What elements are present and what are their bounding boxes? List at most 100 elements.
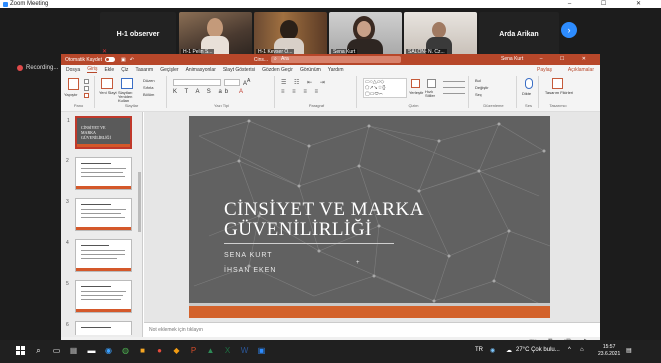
group-label: Ses [525,103,532,108]
powerpoint-window: Otomatik Kaydet ▣ ↶ Cins... ⌕ Ara Sena K… [61,54,600,346]
autosave-toggle[interactable] [104,57,115,62]
new-slide-icon[interactable] [101,78,113,89]
user-name[interactable]: Sena Kurt [501,56,523,62]
microphone-icon[interactable] [525,78,533,89]
tab-dosya[interactable]: Dosya [66,67,80,73]
save-icon[interactable]: ▣ [121,57,126,63]
layout-button[interactable]: Düzen [143,78,155,83]
quick-styles-icon[interactable] [427,79,436,88]
participant-video-pelin[interactable]: H-1 Pelin S... [179,12,252,56]
ppt-window-controls[interactable]: – ☐ ✕ [540,56,594,62]
participant-video-sena[interactable]: Sena Kurt [329,12,402,56]
font-grow-icon[interactable]: AA [243,78,250,87]
align-buttons[interactable]: ≡ ≡ ≡ ≡ [281,89,321,95]
widgets-icon[interactable]: ▦ [69,346,78,355]
participant-tile-arda[interactable]: Arda Arikan [479,12,559,56]
select-button[interactable]: Seç [475,92,482,97]
tab-gozden-gecir[interactable]: Gözden Geçir [262,67,293,73]
vpn-icon[interactable]: ◉ [490,347,495,354]
file-explorer-icon[interactable]: ▬ [87,346,96,355]
tab-animasyonlar[interactable]: Animasyonlar [186,67,216,73]
edge-icon[interactable]: ◉ [104,346,113,355]
person-face [357,21,371,37]
clock[interactable]: 15:57 23.6.2021 [598,344,620,358]
reuse-slides-icon[interactable] [121,78,133,89]
find-button[interactable]: Bul [475,78,481,83]
next-participants-button[interactable]: › [561,22,577,38]
share-button[interactable]: Paylaş [537,67,552,73]
app-icon-orange[interactable]: ◆ [172,346,181,355]
shapes-gallery[interactable]: ▭○△▱◇ ⬠↗↘☆{} ▢▭⬭⌒ [363,78,407,98]
window-controls[interactable]: – ☐ ✕ [568,0,655,7]
ribbon-group-ses: Dikte Ses [519,76,539,108]
tab-gecisler[interactable]: Geçişler [160,67,178,73]
font-name-select[interactable] [173,79,221,86]
tab-yardim[interactable]: Yardım [328,67,344,73]
shape-fill-option[interactable] [443,81,465,82]
tab-gorunum[interactable]: Görünüm [300,67,321,73]
slide-title[interactable]: CİNSİYET VE MARKA GÜVENİLİRLİĞİ [224,200,424,240]
notes-pane[interactable]: Not eklemek için tıklayın [144,322,600,336]
tab-tasarim[interactable]: Tasarım [135,67,153,73]
windows-start-icon[interactable] [16,346,25,355]
comments-button[interactable]: Açıklamalar [568,67,594,73]
paste-icon[interactable] [68,78,79,90]
participant-video-salon[interactable]: SALON- N. Cz... [404,12,477,56]
participant-video-kevser[interactable]: H-1 Kevser Ö... [254,12,327,56]
search-input[interactable]: ⌕ Ara [271,56,401,63]
current-slide[interactable]: CİNSİYET VE MARKA GÜVENİLİRLİĞİ SENA KUR… [189,116,550,318]
folder-icon[interactable]: ■ [138,346,147,355]
participant-tile-h1-observer[interactable]: H-1 observer ✕ [100,12,176,56]
tab-giris[interactable]: Giriş [87,66,98,73]
chrome-icon[interactable]: ◍ [121,346,130,355]
tray-extra[interactable]: TR [475,347,483,353]
ribbon-group-tasarimci: Tasarım Fikirleri Tasarımcı [541,76,575,108]
format-painter-icon[interactable] [84,93,89,98]
shape-effects-option[interactable] [443,93,465,94]
undo-icon[interactable]: ↶ [130,57,134,63]
slide-thumbnail-2[interactable]: 2 [66,157,132,190]
design-ideas-icon[interactable] [552,78,563,89]
font-color-icon[interactable]: A [239,89,243,95]
app-icon-red[interactable]: ● [155,346,164,355]
recording-indicator[interactable]: Recording... [17,65,58,71]
author-2[interactable]: İHSAN EKEN [224,267,276,274]
tab-slayt-gosterisi[interactable]: Slayt Gösterisi [223,67,255,73]
powerpoint-icon[interactable]: P [189,346,198,355]
tab-ciz[interactable]: Çiz [121,67,128,73]
copy-icon[interactable] [84,86,89,91]
shape-outline-option[interactable] [443,87,465,88]
word-icon[interactable]: W [240,346,249,355]
slide-thumbnails-pane: 1 CİNSİYET VE MARKA GÜVENİLİRLİĞİ 2 3 4 [61,112,143,337]
zoom-icon[interactable]: ▣ [257,346,266,355]
app-icon-green[interactable]: ▲ [206,346,215,355]
excel-icon[interactable]: X [223,346,232,355]
list-buttons[interactable]: ☰ ☷ ⇤ ⇥ [281,79,328,86]
replace-button[interactable]: Değiştir [475,85,489,90]
slide-thumbnail-1[interactable]: 1 CİNSİYET VE MARKA GÜVENİLİRLİĞİ [67,116,132,149]
group-label: Pano [73,103,84,108]
search-icon[interactable]: ⌕ [34,346,43,355]
font-style-buttons[interactable]: K T A S ab [173,89,231,95]
section-button[interactable]: Bölüm [143,92,154,97]
slide-thumbnail-4[interactable]: 4 [66,239,132,272]
title-underline [224,243,394,244]
tab-ekle[interactable]: Ekle [104,67,114,73]
slide-thumbnail-6[interactable]: 6 [66,321,132,335]
reset-button[interactable]: Sıfırla [143,85,153,90]
font-size-select[interactable] [224,79,240,86]
thumbnails-scrollbar[interactable] [138,172,141,232]
cut-icon[interactable] [84,79,89,84]
arrange-icon[interactable] [411,79,420,88]
network-icon[interactable]: ⌂ [580,347,584,353]
new-slide-label: Yeni Slayt [99,90,117,95]
file-name: Cins... [253,56,269,63]
arrange-label: Yerleştir [409,90,424,95]
tray-chevron-icon[interactable]: ^ [568,347,571,353]
slide-thumbnail-5[interactable]: 5 [66,280,132,313]
weather-text[interactable]: 27°C Çok bulu... [516,347,560,353]
notifications-icon[interactable]: ▤ [626,347,632,354]
slide-thumbnail-3[interactable]: 3 [66,198,132,231]
author-1[interactable]: SENA KURT [224,252,273,259]
task-view-icon[interactable]: ▭ [52,346,61,355]
